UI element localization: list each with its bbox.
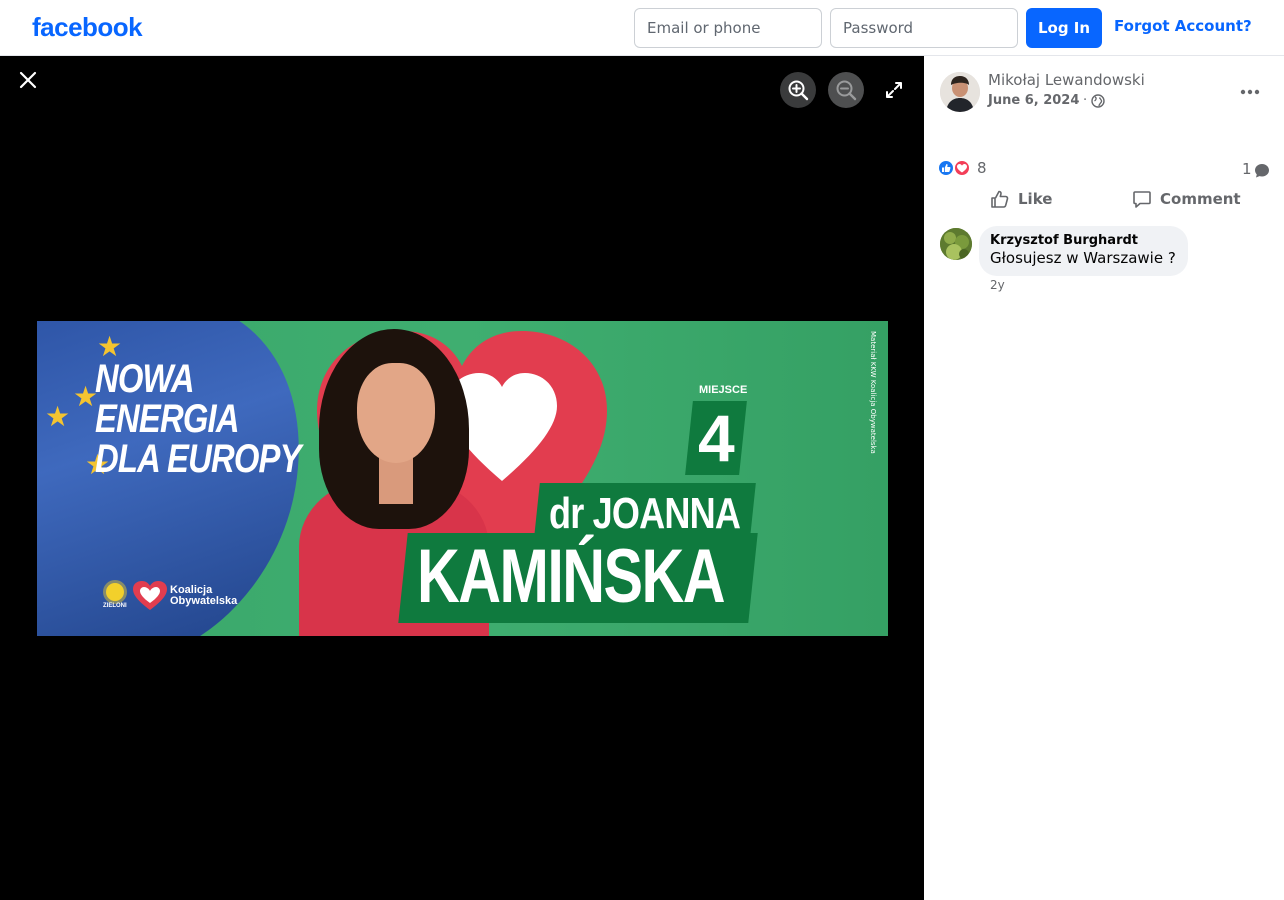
slogan-line: ENERGIA bbox=[95, 397, 240, 441]
ko-logo: Koalicja Obywatelska bbox=[133, 581, 237, 611]
ko-text-line: Obywatelska bbox=[170, 595, 238, 607]
more-options-button[interactable] bbox=[1236, 78, 1264, 106]
zoom-in-icon bbox=[788, 80, 809, 101]
avatar-image bbox=[940, 72, 980, 112]
comment-count: 1 bbox=[1242, 160, 1252, 178]
forgot-account-link[interactable]: Forgot Account? bbox=[1114, 17, 1252, 35]
love-reaction-icon bbox=[953, 159, 971, 177]
close-button[interactable] bbox=[14, 66, 42, 94]
like-label: Like bbox=[1018, 190, 1053, 208]
thumbs-up-icon bbox=[991, 190, 1009, 208]
close-icon bbox=[19, 71, 37, 89]
comment-timestamp[interactable]: 2y bbox=[990, 278, 1005, 292]
zoom-out-button[interactable] bbox=[828, 72, 864, 108]
sun-icon bbox=[105, 583, 124, 601]
list-number-box: 4 bbox=[685, 401, 747, 475]
heart-icon bbox=[133, 581, 167, 610]
person-face bbox=[357, 363, 435, 463]
poster-side-text: Materiał KKW Koalicja Obywatelska bbox=[869, 331, 877, 454]
facebook-logo[interactable]: facebook bbox=[32, 12, 143, 43]
author-avatar[interactable] bbox=[940, 72, 980, 112]
campaign-poster-image: ★ ★ ★ ★ NOWA ENERGIA DLA EUROPY MIEJSCE … bbox=[37, 321, 888, 636]
photo-viewer: ★ ★ ★ ★ NOWA ENERGIA DLA EUROPY MIEJSCE … bbox=[0, 56, 924, 900]
list-number: 4 bbox=[697, 401, 735, 475]
commenter-avatar[interactable] bbox=[940, 228, 972, 260]
poster-slogan: NOWA ENERGIA DLA EUROPY bbox=[95, 359, 301, 479]
password-input[interactable] bbox=[830, 8, 1018, 48]
zoom-out-icon bbox=[836, 80, 857, 101]
reaction-count: 8 bbox=[977, 159, 987, 177]
comment-label: Comment bbox=[1160, 190, 1241, 208]
more-horizontal-icon bbox=[1240, 89, 1260, 95]
comment-icon bbox=[1133, 191, 1151, 208]
comment-text: Głosujesz w Warszawie ? bbox=[990, 249, 1176, 267]
email-input[interactable] bbox=[634, 8, 822, 48]
zieloni-logo: ZIELONI bbox=[103, 583, 127, 609]
comment-count-summary[interactable]: 1 bbox=[1242, 159, 1270, 179]
date-separator: · bbox=[1083, 93, 1088, 108]
comment-author[interactable]: Krzysztof Burghardt bbox=[990, 233, 1176, 248]
post-side-panel: Mikołaj Lewandowski June 6, 2024 · 8 1 L… bbox=[924, 56, 1284, 900]
candidate-last-name: KAMIŃSKA bbox=[417, 534, 726, 619]
like-button[interactable]: Like bbox=[990, 189, 1052, 209]
comment-bubble: Krzysztof Burghardt Głosujesz w Warszawi… bbox=[979, 226, 1188, 276]
candidate-first-name: dr JOANNA bbox=[549, 489, 741, 538]
fullscreen-button[interactable] bbox=[880, 76, 908, 104]
post-author-name[interactable]: Mikołaj Lewandowski bbox=[988, 71, 1145, 89]
comment-bubble-icon bbox=[1254, 164, 1269, 178]
zieloni-text: ZIELONI bbox=[103, 603, 127, 609]
globe-icon bbox=[1091, 94, 1105, 108]
reactions-summary[interactable]: 8 bbox=[937, 159, 987, 177]
top-bar: facebook Log In Forgot Account? bbox=[0, 0, 1284, 56]
star-icon: ★ bbox=[45, 400, 71, 433]
zoom-in-button[interactable] bbox=[780, 72, 816, 108]
comment-button[interactable]: Comment bbox=[1132, 189, 1241, 209]
post-date[interactable]: June 6, 2024 bbox=[988, 93, 1079, 108]
miejsce-label: MIEJSCE bbox=[699, 384, 748, 396]
avatar-image bbox=[940, 228, 972, 260]
fullscreen-icon bbox=[886, 82, 902, 98]
slogan-line: NOWA bbox=[95, 357, 195, 401]
login-button[interactable]: Log In bbox=[1026, 8, 1102, 48]
slogan-line: DLA EUROPY bbox=[95, 437, 301, 481]
